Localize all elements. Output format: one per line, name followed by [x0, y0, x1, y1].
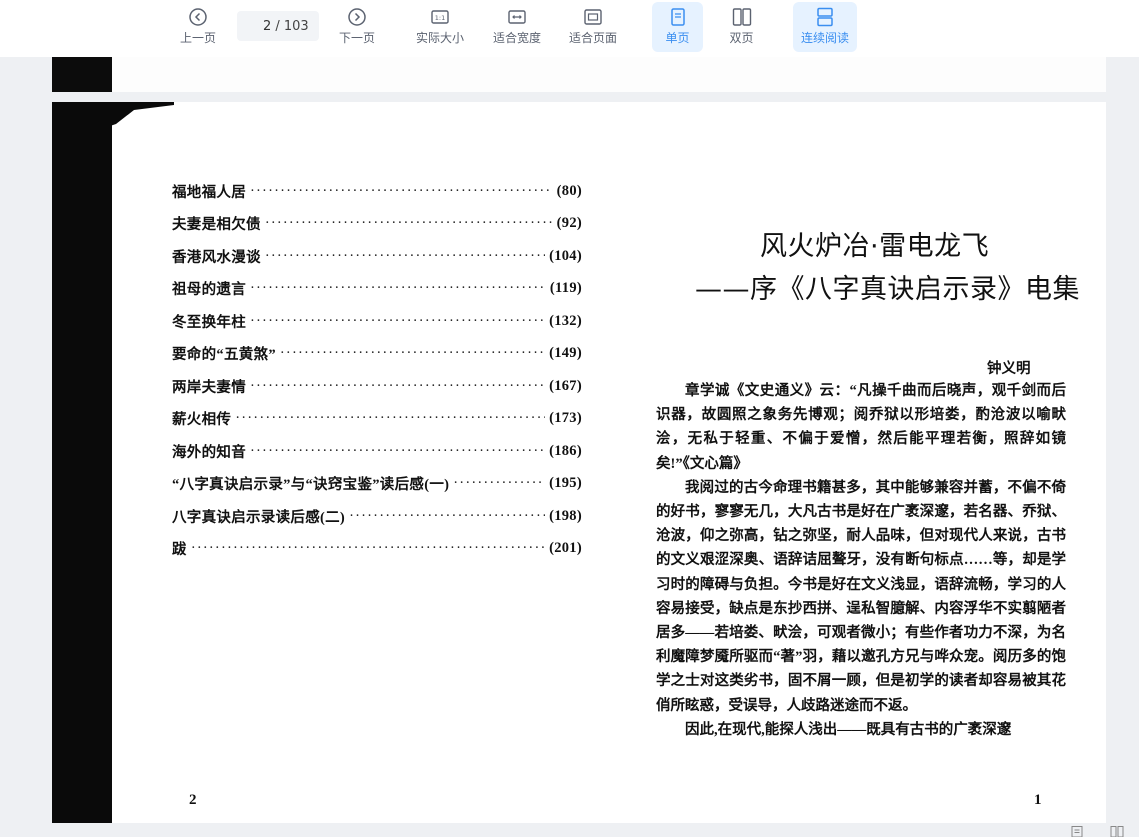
right-page-number: 1	[1034, 792, 1042, 808]
toc-entry[interactable]: 跋 (201)	[172, 533, 582, 566]
double-page-label: 双页	[729, 31, 754, 45]
author-name: 钟义明	[987, 361, 1031, 377]
toc-entry[interactable]: “八字真诀启示录”与“诀窍宝鉴”读后感(一) (195)	[172, 468, 582, 501]
scan-edge-tip	[104, 102, 174, 128]
toc-entry[interactable]: 薪火相传 (173)	[172, 403, 582, 436]
previous-page-fragment	[52, 57, 1106, 92]
table-of-contents: 福地福人居 (80) 夫妻是相欠债 (92) 香港风水漫谈 (104) 祖母的遗言 (1…	[172, 175, 582, 565]
paragraph: 章学诚《文史通义》云：“凡操千曲而后晓声，观千剑而后识器，故圆照之象务先博观；阅…	[656, 383, 1066, 472]
toc-entry-page: (201)	[549, 540, 582, 557]
total-pages: / 103	[275, 18, 309, 34]
toc-entry-page: (167)	[549, 377, 582, 394]
toc-entry-title: 夫妻是相欠债	[172, 217, 261, 234]
next-page-label: 下一页	[338, 31, 375, 45]
dot-leader	[250, 183, 553, 200]
continuous-reading-label: 连续阅读	[800, 31, 849, 45]
dot-leader	[280, 345, 545, 362]
single-page-icon	[670, 8, 685, 26]
preface-subtitle: ——序《八字真诀启示录》电集	[695, 274, 1080, 305]
dot-leader	[349, 508, 545, 525]
toc-entry-title: 香港风水漫谈	[172, 249, 261, 266]
dot-leader	[265, 215, 553, 232]
toc-entry-page: (119)	[549, 280, 582, 297]
actual-size-button[interactable]: 1:1 实际大小	[410, 2, 470, 52]
status-bar	[0, 823, 1139, 837]
preface-title: 风火炉冶·雷电龙飞	[760, 231, 990, 262]
toc-entry[interactable]: 夫妻是相欠债 (92)	[172, 208, 582, 241]
double-page-view-icon[interactable]	[1110, 826, 1124, 837]
fit-page-label: 适合页面	[568, 31, 617, 45]
dot-leader	[250, 280, 546, 297]
fit-width-label: 适合宽度	[492, 31, 541, 45]
toc-entry[interactable]: 两岸夫妻情 (167)	[172, 370, 582, 403]
toc-entry[interactable]: 冬至换年柱 (132)	[172, 305, 582, 338]
actual-size-label: 实际大小	[415, 31, 464, 45]
actual-size-icon: 1:1	[431, 10, 449, 24]
toc-entry-title: 要命的“五黄煞”	[172, 347, 276, 364]
dot-leader	[250, 443, 545, 460]
prev-page-label: 上一页	[179, 31, 216, 45]
toc-entry[interactable]: 海外的知音 (186)	[172, 435, 582, 468]
toc-entry-title: 冬至换年柱	[172, 314, 246, 331]
left-page-number: 2	[189, 792, 197, 808]
fit-width-icon	[508, 10, 526, 24]
toc-entry-page: (92)	[556, 215, 582, 232]
toc-entry-title: 海外的知音	[172, 444, 246, 461]
continuous-reading-button[interactable]: 连续阅读	[793, 2, 857, 52]
double-page-icon	[732, 8, 751, 26]
toc-entry-page: (104)	[549, 247, 582, 264]
toc-entry-page: (198)	[549, 507, 582, 524]
toc-entry-title: 八字真诀启示录读后感(二)	[172, 509, 346, 526]
scan-edge	[52, 57, 112, 92]
toc-entry-page: (80)	[556, 182, 582, 199]
toc-entry-page: (149)	[549, 345, 582, 362]
toc-entry-page: (186)	[549, 442, 582, 459]
page-indicator: / 103	[237, 11, 319, 41]
document-page: 福地福人居 (80) 夫妻是相欠债 (92) 香港风水漫谈 (104) 祖母的遗言 (1…	[52, 102, 1106, 824]
paragraph: 我阅过的古今命理书籍甚多，其中能够兼容并蓄，不偏不倚的好书，寥寥无几，大凡古书是…	[656, 479, 1066, 714]
single-page-view-icon[interactable]	[1070, 826, 1084, 837]
scan-edge	[52, 102, 112, 824]
fit-width-button[interactable]: 适合宽度	[487, 2, 547, 52]
dot-leader	[250, 313, 545, 330]
toc-entry[interactable]: 八字真诀启示录读后感(二) (198)	[172, 500, 582, 533]
fit-page-button[interactable]: 适合页面	[563, 2, 623, 52]
arrow-right-circle-icon	[348, 8, 366, 26]
toc-entry-title: 祖母的遗言	[172, 282, 246, 299]
current-page-input[interactable]	[247, 18, 272, 34]
toc-entry-page: (195)	[549, 475, 582, 492]
single-page-label: 单页	[665, 31, 690, 45]
toc-entry-title: 跋	[172, 542, 187, 559]
dot-leader	[191, 540, 545, 557]
dot-leader	[250, 378, 545, 395]
prev-page-button[interactable]: 上一页	[172, 2, 224, 52]
double-page-button[interactable]: 双页	[716, 2, 767, 52]
preface-body: 章学诚《文史通义》云：“凡操千曲而后晓声，观千剑而后识器，故圆照之象务先博观；阅…	[656, 379, 1066, 742]
toc-entry[interactable]: 福地福人居 (80)	[172, 175, 582, 208]
toc-entry-page: (132)	[549, 312, 582, 329]
paragraph: 因此,在现代,能探人浅出——既具有古书的广袤深邃	[685, 721, 1012, 738]
single-page-button[interactable]: 单页	[652, 2, 703, 52]
fit-page-icon	[584, 9, 602, 25]
toc-entry-title: 薪火相传	[172, 412, 232, 429]
continuous-reading-icon	[817, 7, 833, 27]
arrow-left-circle-icon	[189, 8, 207, 26]
toc-entry-title: 福地福人居	[172, 184, 246, 201]
dot-leader	[453, 475, 545, 492]
dot-leader	[235, 410, 545, 427]
svg-text:1:1: 1:1	[435, 14, 445, 22]
next-page-button[interactable]: 下一页	[331, 2, 383, 52]
toc-entry[interactable]: 要命的“五黄煞” (149)	[172, 338, 582, 371]
toc-entry-page: (173)	[549, 410, 582, 427]
toc-entry[interactable]: 香港风水漫谈 (104)	[172, 240, 582, 273]
toolbar: 上一页 / 103 下一页 1:1 实际大小 适合宽度 适合页面 单页 双页 连…	[0, 0, 1139, 57]
dot-leader	[265, 248, 545, 265]
toc-entry-title: “八字真诀启示录”与“诀窍宝鉴”读后感(一)	[172, 477, 450, 494]
toc-entry[interactable]: 祖母的遗言 (119)	[172, 273, 582, 306]
document-viewer[interactable]: 福地福人居 (80) 夫妻是相欠债 (92) 香港风水漫谈 (104) 祖母的遗言 (1…	[0, 57, 1139, 837]
toc-entry-title: 两岸夫妻情	[172, 379, 246, 396]
